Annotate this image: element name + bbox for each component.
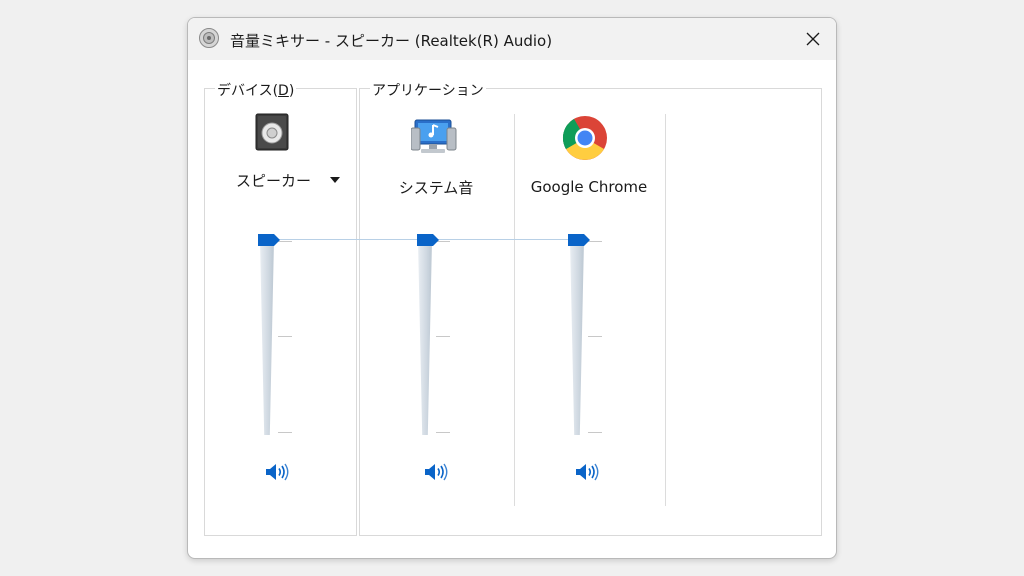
column-divider xyxy=(665,114,666,506)
chevron-down-icon xyxy=(330,177,340,183)
applications-group-label: アプリケーション xyxy=(370,80,486,100)
app-name-system-sounds: システム音 xyxy=(398,179,474,197)
slider-tick xyxy=(278,336,292,337)
close-icon xyxy=(806,32,820,46)
window-title: 音量ミキサー - スピーカー (Realtek(R) Audio) xyxy=(230,32,553,50)
slider-tick xyxy=(278,432,292,433)
device-group-label: デバイス(D) xyxy=(215,80,297,100)
volume-mixer-app-icon xyxy=(199,28,219,48)
volume-mixer-window: 音量ミキサー - スピーカー (Realtek(R) Audio) デバイス(D… xyxy=(187,17,837,559)
speaker-volume-thumb[interactable] xyxy=(257,233,281,247)
chrome-mute-button[interactable] xyxy=(574,461,600,483)
speaker-icon xyxy=(266,463,289,481)
slider-tick xyxy=(588,336,602,337)
system-sounds-icon xyxy=(411,119,457,153)
speaker-device-icon xyxy=(255,113,289,151)
chrome-icon xyxy=(562,116,607,160)
app-name-google-chrome: Google Chrome xyxy=(530,178,648,196)
column-divider xyxy=(514,114,515,506)
slider-tick xyxy=(436,432,450,433)
chrome-volume-thumb[interactable] xyxy=(567,233,591,247)
close-button[interactable] xyxy=(790,18,836,60)
device-name: スピーカー xyxy=(236,172,312,190)
system-sounds-mute-button[interactable] xyxy=(423,461,449,483)
title-bar[interactable]: 音量ミキサー - スピーカー (Realtek(R) Audio) xyxy=(188,18,836,60)
slider-tick xyxy=(436,336,450,337)
slider-tick xyxy=(588,432,602,433)
speaker-icon xyxy=(576,463,599,481)
system-sounds-volume-thumb[interactable] xyxy=(416,233,440,247)
speaker-icon xyxy=(425,463,448,481)
speaker-mute-button[interactable] xyxy=(264,461,290,483)
